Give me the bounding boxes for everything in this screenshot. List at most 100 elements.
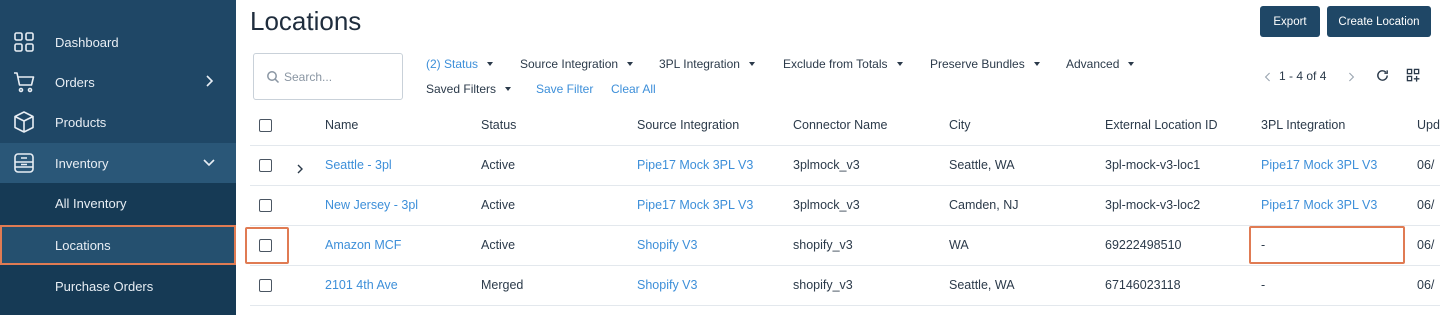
connector-cell: 3plmock_v3 (793, 198, 860, 212)
column-header-updated[interactable]: Upd (1417, 118, 1440, 132)
search-input[interactable]: Search... (253, 53, 403, 100)
dashboard-icon (12, 30, 36, 54)
sidebar: Dashboard Orders Products Inventory All … (0, 0, 236, 315)
sidebar-item-orders[interactable]: Orders (0, 62, 236, 102)
page-title: Locations (250, 6, 362, 36)
cart-icon (12, 70, 36, 94)
external-id-cell: 67146023118 (1105, 278, 1181, 292)
refresh-icon[interactable] (1375, 68, 1390, 88)
external-id-cell: 3pl-mock-v3-loc1 (1105, 158, 1201, 172)
chevron-left-icon[interactable] (1264, 70, 1272, 88)
exclude-from-totals-filter[interactable]: Exclude from Totals (783, 57, 903, 71)
chevron-right-icon[interactable] (295, 161, 305, 174)
source-integration-filter[interactable]: Source Integration (520, 57, 634, 71)
updated-cell: 06/ (1417, 198, 1435, 212)
box-icon (12, 110, 36, 134)
source-integration-link[interactable]: Shopify V3 (637, 238, 697, 252)
main-content: Locations Export Create Location Search.… (236, 0, 1440, 315)
sidebar-item-inventory[interactable]: Inventory (0, 143, 236, 183)
column-header-source-integration[interactable]: Source Integration (637, 118, 739, 132)
column-header-connector-name[interactable]: Connector Name (793, 118, 888, 132)
sidebar-item-dashboard[interactable]: Dashboard (0, 22, 236, 62)
chevron-down-icon (202, 155, 216, 169)
caret-down-icon (1033, 62, 1040, 66)
caret-down-icon (1128, 62, 1135, 66)
row-checkbox[interactable] (259, 159, 272, 172)
row-checkbox[interactable] (259, 239, 272, 252)
row-checkbox[interactable] (259, 279, 272, 292)
3pl-integration-cell: - (1261, 238, 1266, 252)
3pl-integration-filter-label: 3PL Integration (659, 57, 740, 71)
sidebar-item-label: Dashboard (55, 34, 119, 50)
select-all-checkbox[interactable] (259, 119, 272, 132)
export-button[interactable]: Export (1260, 6, 1320, 37)
chevron-right-icon (202, 74, 216, 88)
chevron-right-icon[interactable] (1347, 70, 1355, 88)
column-header-external-location-id[interactable]: External Location ID (1105, 118, 1218, 132)
location-name-link[interactable]: New Jersey - 3pl (325, 198, 418, 212)
create-location-button[interactable]: Create Location (1327, 6, 1431, 37)
sidebar-subitem-locations[interactable]: Locations (0, 225, 236, 265)
source-integration-link[interactable]: Pipe17 Mock 3PL V3 (637, 198, 753, 212)
status-cell: Merged (481, 278, 524, 292)
advanced-filter[interactable]: Advanced (1066, 57, 1135, 71)
sidebar-item-label: Inventory (55, 155, 109, 171)
saved-filters-label: Saved Filters (426, 82, 497, 96)
sidebar-item-products[interactable]: Products (0, 102, 236, 142)
city-cell: WA (949, 238, 969, 252)
source-integration-link[interactable]: Shopify V3 (637, 278, 697, 292)
save-filter-link[interactable]: Save Filter (536, 82, 593, 96)
external-id-cell: 69222498510 (1105, 238, 1182, 252)
updated-cell: 06/ (1417, 278, 1435, 292)
column-header-city[interactable]: City (949, 118, 971, 132)
preserve-filter-label: Preserve Bundles (930, 57, 1025, 71)
preserve-bundles-filter[interactable]: Preserve Bundles (930, 57, 1040, 71)
location-name-link[interactable]: 2101 4th Ave (325, 278, 398, 292)
column-header-status[interactable]: Status (481, 118, 516, 132)
city-cell: Seattle, WA (949, 278, 1015, 292)
3pl-cell-highlight (1249, 226, 1405, 264)
updated-cell: 06/ (1417, 238, 1435, 252)
status-cell: Active (481, 158, 516, 172)
3pl-integration-link[interactable]: Pipe17 Mock 3PL V3 (1261, 198, 1377, 212)
column-settings-icon[interactable] (1406, 68, 1421, 88)
sidebar-item-label: Products (55, 114, 107, 130)
source-integration-link[interactable]: Pipe17 Mock 3PL V3 (637, 158, 753, 172)
exclude-filter-label: Exclude from Totals (783, 57, 888, 71)
sidebar-item-label: Orders (55, 74, 95, 90)
location-name-link[interactable]: Amazon MCF (325, 238, 401, 252)
advanced-filter-label: Advanced (1066, 57, 1120, 71)
connector-cell: shopify_v3 (793, 278, 853, 292)
sidebar-subitem-all-inventory[interactable]: All Inventory (0, 183, 236, 223)
status-cell: Active (481, 238, 516, 252)
caret-down-icon (896, 62, 903, 66)
row-divider (250, 225, 1440, 226)
saved-filters-dropdown[interactable]: Saved Filters (426, 82, 512, 96)
3pl-integration-filter[interactable]: 3PL Integration (659, 57, 755, 71)
location-name-link[interactable]: Seattle - 3pl (325, 158, 392, 172)
search-icon (266, 70, 280, 84)
row-divider (250, 185, 1440, 186)
sidebar-subitem-purchase-orders[interactable]: Purchase Orders (0, 266, 236, 306)
row-divider (250, 305, 1440, 306)
city-cell: Camden, NJ (949, 198, 1019, 212)
row-checkbox[interactable] (259, 199, 272, 212)
inventory-icon (12, 151, 36, 175)
sidebar-subitem-label: Locations (55, 237, 111, 253)
caret-down-icon (505, 87, 512, 91)
caret-down-icon (627, 62, 634, 66)
3pl-integration-cell: - (1261, 278, 1266, 292)
column-header-name[interactable]: Name (325, 118, 358, 132)
clear-all-link[interactable]: Clear All (611, 82, 656, 96)
app: Dashboard Orders Products Inventory All … (0, 0, 1440, 315)
row-divider (250, 145, 1440, 146)
caret-down-icon (748, 62, 755, 66)
external-id-cell: 3pl-mock-v3-loc2 (1105, 198, 1201, 212)
updated-cell: 06/ (1417, 158, 1435, 172)
pagination-range: 1 - 4 of 4 (1279, 69, 1327, 83)
status-filter[interactable]: (2) Status (426, 57, 494, 71)
connector-cell: 3plmock_v3 (793, 158, 860, 172)
caret-down-icon (487, 62, 494, 66)
column-header-3pl-integration[interactable]: 3PL Integration (1261, 118, 1345, 132)
3pl-integration-link[interactable]: Pipe17 Mock 3PL V3 (1261, 158, 1377, 172)
